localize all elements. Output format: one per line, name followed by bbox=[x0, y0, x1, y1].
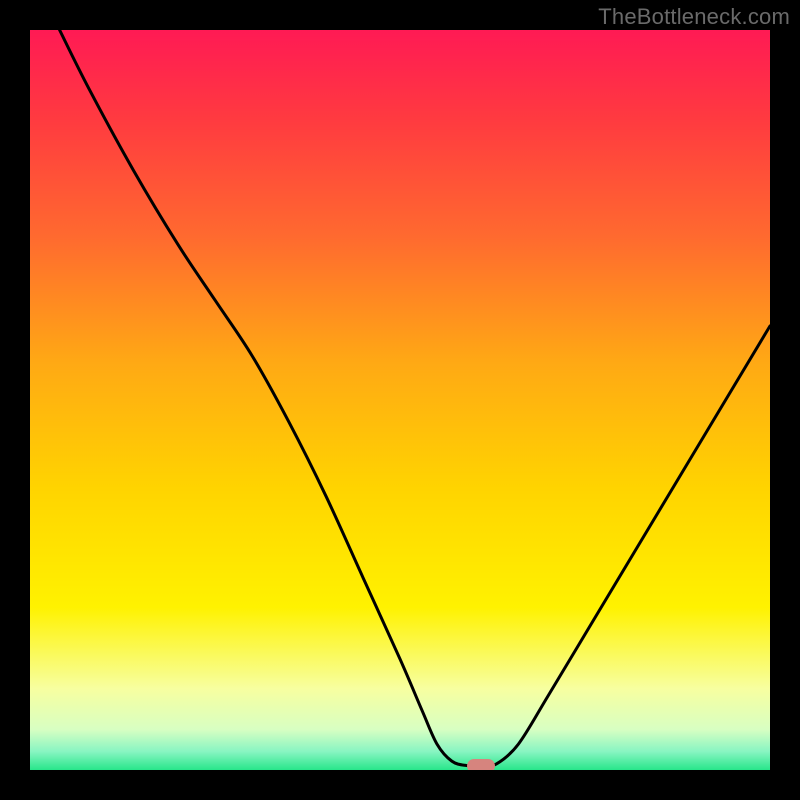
plot-svg bbox=[30, 30, 770, 770]
chart-frame: TheBottleneck.com bbox=[0, 0, 800, 800]
optimal-marker bbox=[467, 759, 495, 770]
plot-area bbox=[30, 30, 770, 770]
watermark-text: TheBottleneck.com bbox=[598, 4, 790, 30]
